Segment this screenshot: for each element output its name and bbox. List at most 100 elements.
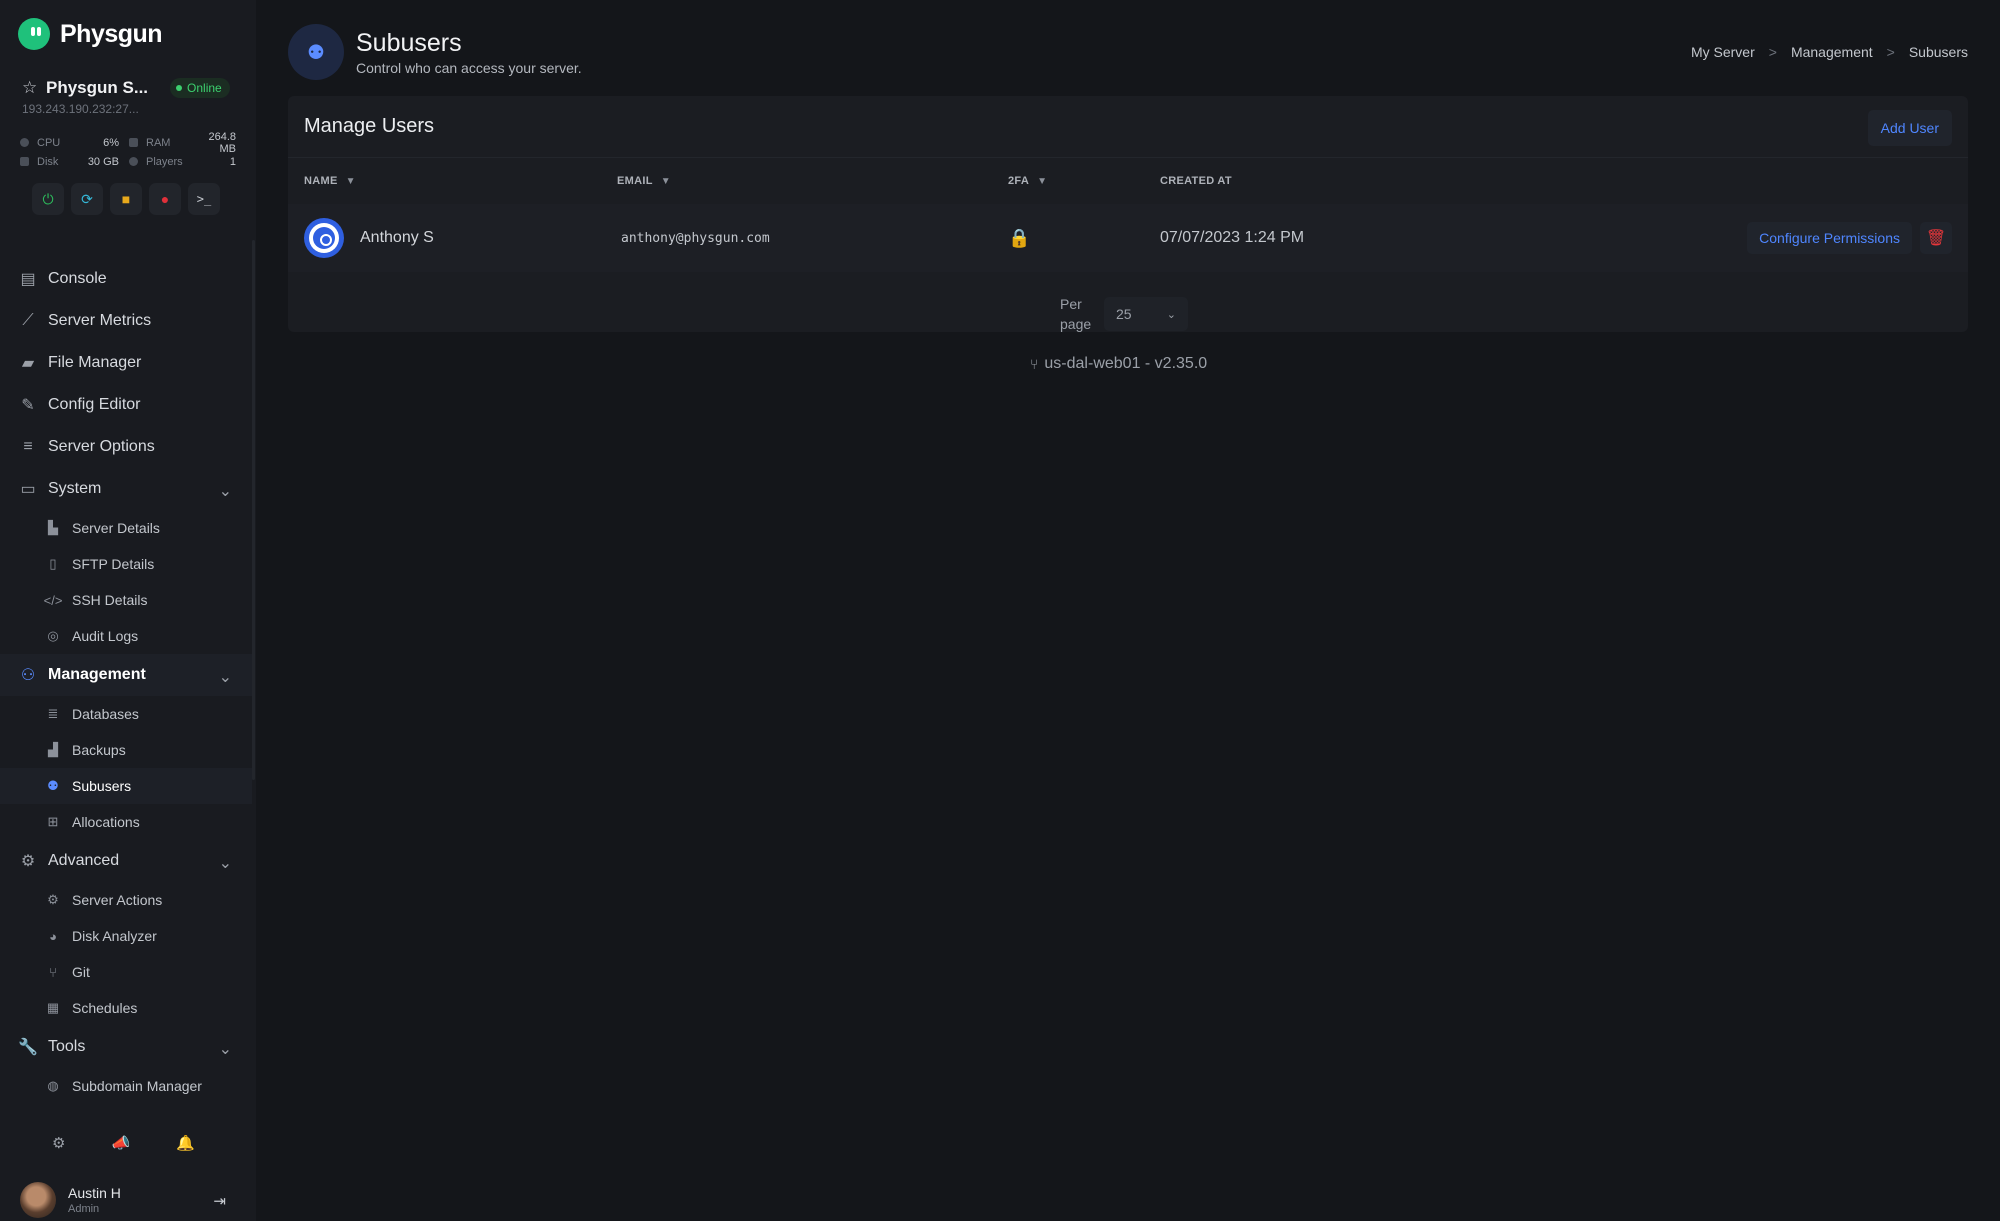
cell-name: Anthony S [304,204,434,272]
logout-icon[interactable]: ⇥ [213,1192,226,1210]
skull-icon: ● [160,191,170,207]
user-email: anthony@physgun.com [621,230,770,246]
code-branch-icon: ⑂ [1030,356,1039,372]
nav-config-editor[interactable]: ✎ Config Editor [0,384,252,426]
breadcrumb-management[interactable]: Management [1791,44,1873,60]
stop-icon: ■ [121,191,131,207]
trash-icon: 🗑 [1925,230,1947,247]
app-logo[interactable]: Physgun [18,18,163,50]
start-button[interactable]: ⏻ [32,183,64,215]
breadcrumb-separator: > [1768,44,1777,60]
lock-icon: 🔒 [1008,227,1031,248]
code-icon: </> [43,592,63,608]
gear-icon: ⚙ [20,853,36,870]
nav-console[interactable]: ▤ Console [0,258,252,300]
sidebar-footer: ⚙ 📣 🔔 Austin H Admin ⇥ [0,1112,256,1221]
sidebar-item-ssh-details[interactable]: </> SSH Details [0,582,252,618]
nav-server-options[interactable]: ≡ Server Options [0,426,252,468]
per-page-select[interactable]: 25 ⌄ [1104,297,1188,331]
version-info: ⑂ us-dal-web01 - v2.35.0 [1030,355,1207,373]
nav-server-metrics[interactable]: ⟋ Server Metrics [0,300,252,342]
memory-icon [129,138,138,147]
sidebar-item-schedules[interactable]: ▦ Schedules [0,990,252,1026]
sidebar-item-disk-analyzer[interactable]: ◕ Disk Analyzer [0,918,252,954]
users-icon: ⚉ [288,24,344,80]
per-page-value: 25 [1116,306,1132,322]
sidebar-item-subdomain-manager[interactable]: ◍ Subdomain Manager [0,1068,252,1104]
sidebar-item-allocations[interactable]: ⊞ Allocations [0,804,252,840]
column-name[interactable]: NAME ▼ [304,175,356,187]
power-icon: ⏻ [42,190,54,207]
sidebar-item-audit-logs[interactable]: ◎ Audit Logs [0,618,252,654]
stat-cpu-value: 6% [103,136,119,149]
breadcrumb-my-server[interactable]: My Server [1691,44,1755,60]
chart-pie-icon: ◕ [49,928,57,944]
nav-group-advanced[interactable]: ⚙ Advanced ⌄ [0,840,252,882]
cell-email: anthony@physgun.com [621,204,770,272]
sidebar-nav: ▤ Console ⟋ Server Metrics ▰ File Manage… [0,258,252,1104]
avatar [304,218,344,258]
nav-group-management[interactable]: ⚇ Management ⌄ [0,654,252,696]
stop-button[interactable]: ■ [110,183,142,215]
stat-disk-label: Disk [37,155,59,168]
star-icon[interactable]: ☆ [22,78,38,98]
calendar-icon: ▦ [46,1000,60,1015]
server-name: Physgun S... [46,78,149,97]
filter-icon[interactable]: ▼ [346,176,356,187]
delete-user-button[interactable]: 🗑 [1920,222,1952,254]
nav-group-tools[interactable]: 🔧 Tools ⌄ [0,1026,252,1068]
page-header: ⚉ Subusers Control who can access your s… [288,24,582,80]
cell-actions: Configure Permissions 🗑 [1747,204,1952,272]
per-page-label: Per page [1060,296,1092,332]
card-title: Manage Users [304,115,435,137]
console-button[interactable]: >_ [188,183,220,215]
server-card[interactable]: ☆ Physgun S... Online 193.243.190.232:27… [22,78,242,116]
sidebar-item-label: SFTP Details [72,556,155,572]
user-profile[interactable]: Austin H Admin ⇥ [20,1182,236,1218]
user-name: Austin H [68,1185,121,1201]
nav-config-editor-label: Config Editor [48,396,141,413]
sitemap-icon: ⊞ [47,814,59,829]
nav-file-manager[interactable]: ▰ File Manager [0,342,252,384]
page-subtitle: Control who can access your server. [356,59,582,76]
restart-button[interactable]: ⟳ [71,183,103,215]
settings-gears-icon[interactable]: ⚙ [52,1134,65,1152]
filter-icon[interactable]: ▼ [1037,176,1047,187]
sidebar-item-databases[interactable]: ≣ Databases [0,696,252,732]
wrench-icon: 🔧 [18,1039,38,1056]
megaphone-icon[interactable]: 📣 [111,1134,130,1152]
nav-system-label: System [48,480,102,497]
nav-group-system[interactable]: ▭ System ⌄ [0,468,252,510]
restart-icon: ⟳ [81,190,93,207]
column-name-label: NAME [304,175,338,187]
column-2fa[interactable]: 2FA ▼ [1008,175,1047,187]
status-badge: Online [170,78,230,98]
sidebar-item-git[interactable]: ⑂ Git [0,954,252,990]
sidebar-item-label: Audit Logs [72,628,139,644]
sidebar-item-server-actions[interactable]: ⚙ Server Actions [0,882,252,918]
sidebar-item-server-details[interactable]: ▙ Server Details [0,510,252,546]
gears-icon: ⚙ [47,892,59,907]
sidebar-item-sftp-details[interactable]: ▯ SFTP Details [0,546,252,582]
configure-permissions-button[interactable]: Configure Permissions [1747,222,1912,254]
kill-button[interactable]: ● [149,183,181,215]
column-email[interactable]: EMAIL ▼ [617,175,671,187]
status-dot-icon [176,85,183,91]
add-user-button[interactable]: Add User [1867,110,1952,146]
filter-icon[interactable]: ▼ [661,176,671,187]
code-branch-icon: ⑂ [49,964,57,980]
boxes-icon: ▟ [48,742,58,757]
stat-players-value: 1 [229,155,236,168]
sidebar-item-subusers[interactable]: ⚉ Subusers [0,768,252,804]
sidebar-item-backups[interactable]: ▟ Backups [0,732,252,768]
status-text: Online [187,81,222,95]
version-text: us-dal-web01 - v2.35.0 [1044,355,1208,372]
bell-icon[interactable]: 🔔 [176,1134,195,1152]
table-row: Anthony S anthony@physgun.com 🔒 07/07/20… [288,204,1968,272]
avatar[interactable] [20,1182,56,1218]
sidebar-item-label: Databases [72,706,139,722]
disk-icon [20,157,29,166]
sidebar-item-label: Schedules [72,1000,138,1016]
sidebar-scrollbar[interactable] [252,240,255,780]
nav-file-manager-label: File Manager [48,354,142,371]
